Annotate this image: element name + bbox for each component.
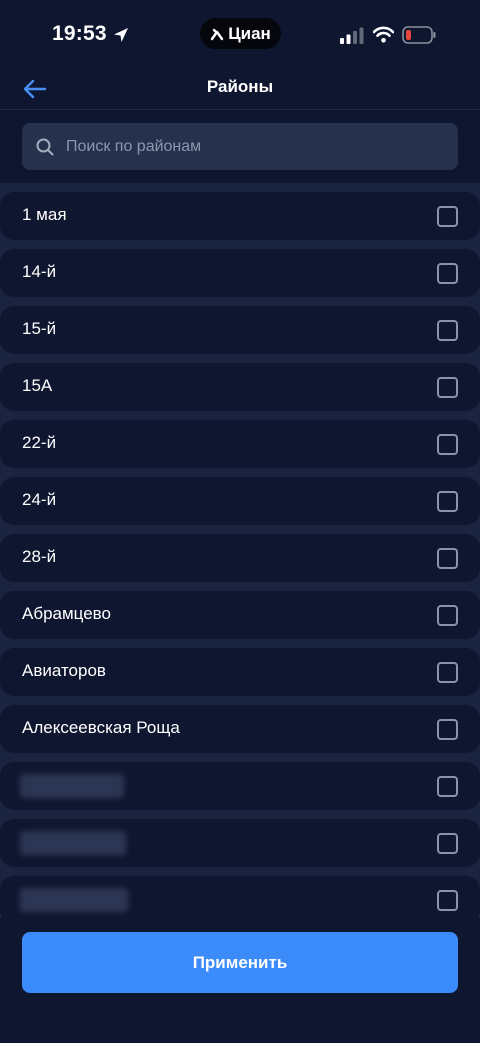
- district-checkbox[interactable]: [437, 491, 458, 512]
- district-list-item[interactable]: Абрамцево: [0, 591, 480, 639]
- district-list-item[interactable]: 28-й: [0, 534, 480, 582]
- district-label: 15-й: [22, 319, 57, 338]
- blurred-district-label: [20, 774, 124, 798]
- page-title: Районы: [206, 77, 274, 96]
- district-checkbox[interactable]: [437, 548, 458, 569]
- district-checkbox[interactable]: [437, 206, 458, 227]
- district-checkbox[interactable]: [437, 662, 458, 683]
- apply-button[interactable]: Применить: [22, 932, 458, 993]
- screen: 19:53 Циан Районы Поиск по районам 1 мая…: [0, 0, 480, 1043]
- blurred-district-label: [20, 831, 126, 855]
- district-label: 28-й: [22, 547, 57, 566]
- blurred-district-label: [20, 888, 128, 912]
- district-list-item[interactable]: Авиаторов: [0, 648, 480, 696]
- status-bar: 19:53 Циан: [0, 0, 480, 68]
- app-name: Циан: [228, 23, 271, 43]
- district-checkbox[interactable]: [437, 890, 458, 911]
- district-list-item[interactable]: [0, 762, 480, 810]
- navigation-bar: Районы: [0, 68, 480, 110]
- cian-logo-icon: [211, 28, 224, 40]
- district-label: 1 мая: [22, 205, 67, 224]
- district-list-item[interactable]: 1 мая: [0, 192, 480, 240]
- district-checkbox[interactable]: [437, 833, 458, 854]
- search-icon: [36, 138, 54, 155]
- district-list-item[interactable]: 15А: [0, 363, 480, 411]
- district-label: Абрамцево: [22, 604, 111, 623]
- wifi-icon: [373, 26, 394, 43]
- district-label: 24-й: [22, 490, 57, 509]
- back-to-app-pill[interactable]: Циан: [200, 18, 281, 49]
- header-divider: [0, 109, 480, 110]
- district-checkbox[interactable]: [437, 719, 458, 740]
- district-label: 22-й: [22, 433, 57, 452]
- status-time: 19:53: [52, 22, 107, 45]
- district-list: 1 мая 14-й 15-й 15А 22-й 24-й 28-й Абрамцево Ави…: [0, 183, 480, 918]
- district-checkbox[interactable]: [437, 377, 458, 398]
- district-checkbox[interactable]: [437, 434, 458, 455]
- district-label: Алексеевская Роща: [22, 718, 180, 737]
- district-checkbox[interactable]: [437, 320, 458, 341]
- district-list-item[interactable]: 15-й: [0, 306, 480, 354]
- search-bar[interactable]: [22, 123, 458, 170]
- district-checkbox[interactable]: [437, 605, 458, 626]
- battery-low-icon: [402, 26, 436, 44]
- location-arrow-icon: [114, 28, 128, 42]
- district-label: 15А: [22, 376, 53, 395]
- bottom-bar: Применить: [0, 918, 480, 1043]
- district-list-item[interactable]: 14-й: [0, 249, 480, 297]
- district-checkbox[interactable]: [437, 263, 458, 284]
- district-label: 14-й: [22, 262, 57, 281]
- district-checkbox[interactable]: [437, 776, 458, 797]
- district-list-item[interactable]: 24-й: [0, 477, 480, 525]
- district-list-item[interactable]: [0, 819, 480, 867]
- district-label: Авиаторов: [22, 661, 106, 680]
- district-list-item[interactable]: Алексеевская Роща: [0, 705, 480, 753]
- district-list-item[interactable]: 22-й: [0, 420, 480, 468]
- district-list-item[interactable]: [0, 876, 480, 918]
- cellular-signal-icon: [340, 27, 364, 44]
- search-input[interactable]: [66, 123, 458, 170]
